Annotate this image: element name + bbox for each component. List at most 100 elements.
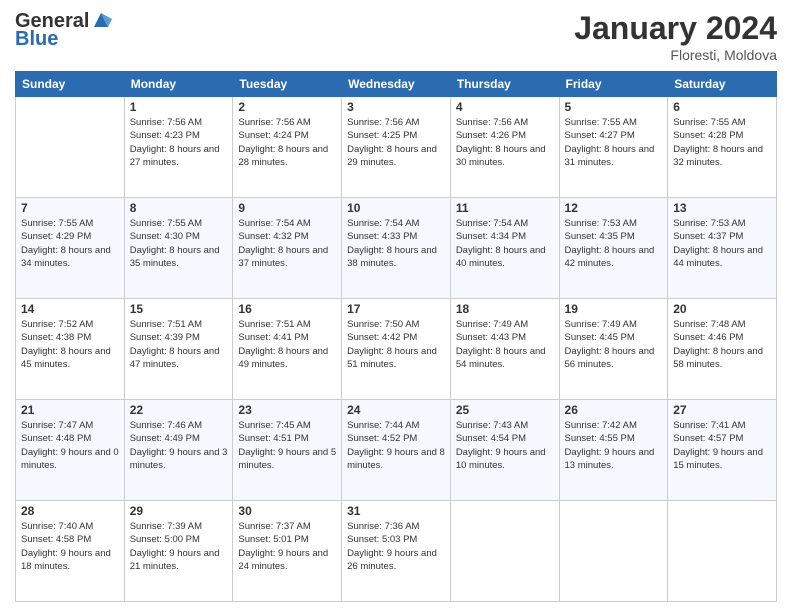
title-area: January 2024 Floresti, Moldova <box>574 10 777 63</box>
col-wednesday: Wednesday <box>342 72 451 97</box>
day-info: Sunrise: 7:50 AMSunset: 4:42 PMDaylight:… <box>347 318 445 371</box>
week-row-4: 21 Sunrise: 7:47 AMSunset: 4:48 PMDaylig… <box>16 400 777 501</box>
day-number: 30 <box>238 504 336 518</box>
cell-w3-d3: 24 Sunrise: 7:44 AMSunset: 4:52 PMDaylig… <box>342 400 451 501</box>
day-info: Sunrise: 7:55 AMSunset: 4:30 PMDaylight:… <box>130 217 228 270</box>
day-number: 11 <box>456 201 554 215</box>
day-info: Sunrise: 7:53 AMSunset: 4:37 PMDaylight:… <box>673 217 771 270</box>
col-friday: Friday <box>559 72 668 97</box>
day-info: Sunrise: 7:44 AMSunset: 4:52 PMDaylight:… <box>347 419 445 472</box>
cell-w3-d6: 27 Sunrise: 7:41 AMSunset: 4:57 PMDaylig… <box>668 400 777 501</box>
col-monday: Monday <box>124 72 233 97</box>
day-info: Sunrise: 7:54 AMSunset: 4:34 PMDaylight:… <box>456 217 554 270</box>
day-number: 13 <box>673 201 771 215</box>
cell-w4-d0: 28 Sunrise: 7:40 AMSunset: 4:58 PMDaylig… <box>16 501 125 602</box>
calendar-table: Sunday Monday Tuesday Wednesday Thursday… <box>15 71 777 602</box>
cell-w0-d3: 3 Sunrise: 7:56 AMSunset: 4:25 PMDayligh… <box>342 97 451 198</box>
cell-w0-d4: 4 Sunrise: 7:56 AMSunset: 4:26 PMDayligh… <box>450 97 559 198</box>
location: Floresti, Moldova <box>574 47 777 63</box>
cell-w4-d6 <box>668 501 777 602</box>
cell-w3-d0: 21 Sunrise: 7:47 AMSunset: 4:48 PMDaylig… <box>16 400 125 501</box>
day-info: Sunrise: 7:56 AMSunset: 4:26 PMDaylight:… <box>456 116 554 169</box>
day-number: 5 <box>565 100 663 114</box>
cell-w4-d2: 30 Sunrise: 7:37 AMSunset: 5:01 PMDaylig… <box>233 501 342 602</box>
day-number: 27 <box>673 403 771 417</box>
col-thursday: Thursday <box>450 72 559 97</box>
day-number: 20 <box>673 302 771 316</box>
week-row-2: 7 Sunrise: 7:55 AMSunset: 4:29 PMDayligh… <box>16 198 777 299</box>
col-saturday: Saturday <box>668 72 777 97</box>
week-row-1: 1 Sunrise: 7:56 AMSunset: 4:23 PMDayligh… <box>16 97 777 198</box>
day-info: Sunrise: 7:55 AMSunset: 4:29 PMDaylight:… <box>21 217 119 270</box>
cell-w2-d1: 15 Sunrise: 7:51 AMSunset: 4:39 PMDaylig… <box>124 299 233 400</box>
day-info: Sunrise: 7:51 AMSunset: 4:41 PMDaylight:… <box>238 318 336 371</box>
week-row-5: 28 Sunrise: 7:40 AMSunset: 4:58 PMDaylig… <box>16 501 777 602</box>
cell-w4-d5 <box>559 501 668 602</box>
cell-w1-d0: 7 Sunrise: 7:55 AMSunset: 4:29 PMDayligh… <box>16 198 125 299</box>
cell-w0-d5: 5 Sunrise: 7:55 AMSunset: 4:27 PMDayligh… <box>559 97 668 198</box>
day-info: Sunrise: 7:49 AMSunset: 4:43 PMDaylight:… <box>456 318 554 371</box>
cell-w0-d1: 1 Sunrise: 7:56 AMSunset: 4:23 PMDayligh… <box>124 97 233 198</box>
cell-w2-d6: 20 Sunrise: 7:48 AMSunset: 4:46 PMDaylig… <box>668 299 777 400</box>
cell-w4-d4 <box>450 501 559 602</box>
day-info: Sunrise: 7:56 AMSunset: 4:25 PMDaylight:… <box>347 116 445 169</box>
day-number: 17 <box>347 302 445 316</box>
col-tuesday: Tuesday <box>233 72 342 97</box>
cell-w3-d4: 25 Sunrise: 7:43 AMSunset: 4:54 PMDaylig… <box>450 400 559 501</box>
day-info: Sunrise: 7:53 AMSunset: 4:35 PMDaylight:… <box>565 217 663 270</box>
cell-w2-d5: 19 Sunrise: 7:49 AMSunset: 4:45 PMDaylig… <box>559 299 668 400</box>
day-number: 7 <box>21 201 119 215</box>
cell-w1-d5: 12 Sunrise: 7:53 AMSunset: 4:35 PMDaylig… <box>559 198 668 299</box>
header: General Blue January 2024 Floresti, Mold… <box>15 10 777 63</box>
page: General Blue January 2024 Floresti, Mold… <box>0 0 792 612</box>
day-number: 29 <box>130 504 228 518</box>
day-info: Sunrise: 7:41 AMSunset: 4:57 PMDaylight:… <box>673 419 771 472</box>
day-number: 21 <box>21 403 119 417</box>
day-number: 22 <box>130 403 228 417</box>
day-info: Sunrise: 7:45 AMSunset: 4:51 PMDaylight:… <box>238 419 336 472</box>
day-number: 18 <box>456 302 554 316</box>
day-info: Sunrise: 7:54 AMSunset: 4:32 PMDaylight:… <box>238 217 336 270</box>
day-info: Sunrise: 7:54 AMSunset: 4:33 PMDaylight:… <box>347 217 445 270</box>
day-info: Sunrise: 7:56 AMSunset: 4:23 PMDaylight:… <box>130 116 228 169</box>
cell-w2-d4: 18 Sunrise: 7:49 AMSunset: 4:43 PMDaylig… <box>450 299 559 400</box>
day-number: 16 <box>238 302 336 316</box>
day-info: Sunrise: 7:55 AMSunset: 4:28 PMDaylight:… <box>673 116 771 169</box>
cell-w1-d6: 13 Sunrise: 7:53 AMSunset: 4:37 PMDaylig… <box>668 198 777 299</box>
day-number: 19 <box>565 302 663 316</box>
day-number: 15 <box>130 302 228 316</box>
day-number: 31 <box>347 504 445 518</box>
day-info: Sunrise: 7:39 AMSunset: 5:00 PMDaylight:… <box>130 520 228 573</box>
cell-w2-d0: 14 Sunrise: 7:52 AMSunset: 4:38 PMDaylig… <box>16 299 125 400</box>
header-row: Sunday Monday Tuesday Wednesday Thursday… <box>16 72 777 97</box>
day-info: Sunrise: 7:51 AMSunset: 4:39 PMDaylight:… <box>130 318 228 371</box>
cell-w3-d2: 23 Sunrise: 7:45 AMSunset: 4:51 PMDaylig… <box>233 400 342 501</box>
cell-w1-d1: 8 Sunrise: 7:55 AMSunset: 4:30 PMDayligh… <box>124 198 233 299</box>
cell-w0-d2: 2 Sunrise: 7:56 AMSunset: 4:24 PMDayligh… <box>233 97 342 198</box>
day-info: Sunrise: 7:36 AMSunset: 5:03 PMDaylight:… <box>347 520 445 573</box>
day-info: Sunrise: 7:40 AMSunset: 4:58 PMDaylight:… <box>21 520 119 573</box>
cell-w1-d2: 9 Sunrise: 7:54 AMSunset: 4:32 PMDayligh… <box>233 198 342 299</box>
cell-w4-d3: 31 Sunrise: 7:36 AMSunset: 5:03 PMDaylig… <box>342 501 451 602</box>
day-info: Sunrise: 7:48 AMSunset: 4:46 PMDaylight:… <box>673 318 771 371</box>
day-info: Sunrise: 7:56 AMSunset: 4:24 PMDaylight:… <box>238 116 336 169</box>
day-number: 8 <box>130 201 228 215</box>
day-number: 9 <box>238 201 336 215</box>
day-number: 28 <box>21 504 119 518</box>
day-info: Sunrise: 7:49 AMSunset: 4:45 PMDaylight:… <box>565 318 663 371</box>
week-row-3: 14 Sunrise: 7:52 AMSunset: 4:38 PMDaylig… <box>16 299 777 400</box>
day-number: 24 <box>347 403 445 417</box>
day-info: Sunrise: 7:43 AMSunset: 4:54 PMDaylight:… <box>456 419 554 472</box>
day-info: Sunrise: 7:42 AMSunset: 4:55 PMDaylight:… <box>565 419 663 472</box>
logo-blue: Blue <box>15 28 112 50</box>
logo-text: General Blue <box>15 10 112 50</box>
cell-w1-d3: 10 Sunrise: 7:54 AMSunset: 4:33 PMDaylig… <box>342 198 451 299</box>
day-number: 3 <box>347 100 445 114</box>
cell-w2-d2: 16 Sunrise: 7:51 AMSunset: 4:41 PMDaylig… <box>233 299 342 400</box>
day-info: Sunrise: 7:52 AMSunset: 4:38 PMDaylight:… <box>21 318 119 371</box>
cell-w3-d5: 26 Sunrise: 7:42 AMSunset: 4:55 PMDaylig… <box>559 400 668 501</box>
day-number: 1 <box>130 100 228 114</box>
day-info: Sunrise: 7:47 AMSunset: 4:48 PMDaylight:… <box>21 419 119 472</box>
cell-w2-d3: 17 Sunrise: 7:50 AMSunset: 4:42 PMDaylig… <box>342 299 451 400</box>
cell-w0-d0 <box>16 97 125 198</box>
